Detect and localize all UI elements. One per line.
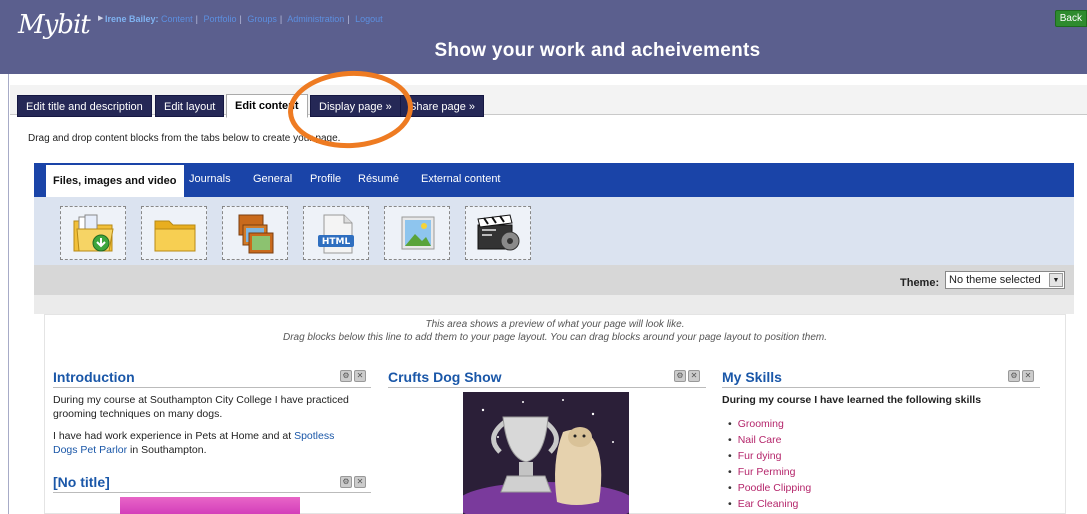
nav-content-link[interactable]: Content xyxy=(161,14,193,24)
list-item[interactable]: Nail Care xyxy=(728,432,811,448)
dog-show-photo xyxy=(463,392,629,514)
config-icon[interactable]: ⚙ xyxy=(674,370,686,382)
instructions-text: Drag and drop content blocks from the ta… xyxy=(28,133,341,144)
divider xyxy=(8,74,9,514)
block-title-no-title[interactable]: [No title] xyxy=(53,474,110,490)
block-controls: ⚙ ✕ xyxy=(340,475,368,488)
category-external-content[interactable]: External content xyxy=(421,173,501,185)
close-icon[interactable]: ✕ xyxy=(1022,370,1034,382)
block-controls: ⚙ ✕ xyxy=(340,369,368,382)
block-image xyxy=(120,497,300,514)
divider xyxy=(53,492,371,493)
svg-text:HTML: HTML xyxy=(322,237,351,247)
divider xyxy=(722,387,1040,388)
divider xyxy=(388,387,706,388)
image-icon[interactable] xyxy=(384,206,450,260)
config-icon[interactable]: ⚙ xyxy=(340,476,352,488)
block-controls: ⚙ ✕ xyxy=(1008,369,1036,382)
nav-administration-link[interactable]: Administration xyxy=(287,14,344,24)
theme-select-value: No theme selected xyxy=(949,274,1041,286)
category-journals[interactable]: Journals xyxy=(189,173,231,185)
page-title: Show your work and acheivements xyxy=(434,40,761,61)
close-icon[interactable]: ✕ xyxy=(354,476,366,488)
preview-note-line1: This area shows a preview of what your p… xyxy=(425,319,685,330)
tab-edit-layout[interactable]: Edit layout xyxy=(155,95,225,117)
site-logo[interactable]: Mybit xyxy=(18,10,91,40)
list-item[interactable]: Fur Perming xyxy=(728,464,811,480)
block-title-my-skills[interactable]: My Skills xyxy=(722,369,782,385)
list-item[interactable]: Poodle Clipping xyxy=(728,480,812,496)
video-clapper-icon[interactable] xyxy=(465,206,531,260)
nav-logout-link[interactable]: Logout xyxy=(355,14,383,24)
skills-intro: During my course I have learned the foll… xyxy=(722,394,982,406)
triangle-down-icon[interactable]: ▼ xyxy=(1049,273,1063,287)
config-icon[interactable]: ⚙ xyxy=(340,370,352,382)
list-item[interactable]: Fur dying xyxy=(728,448,811,464)
category-resume[interactable]: Résumé xyxy=(358,173,399,185)
category-general[interactable]: General xyxy=(253,173,292,185)
theme-label: Theme: xyxy=(900,277,940,289)
back-button[interactable]: Back xyxy=(1054,10,1087,27)
nav-groups-link[interactable]: Groups xyxy=(247,14,277,24)
close-icon[interactable]: ✕ xyxy=(354,370,366,382)
folder-icon[interactable] xyxy=(141,206,207,260)
category-files-images-video[interactable]: Files, images and video xyxy=(46,163,184,197)
tab-edit-title-description[interactable]: Edit title and description xyxy=(17,95,152,117)
header-bar xyxy=(0,0,1087,74)
preview-note-line2: Drag blocks below this line to add them … xyxy=(282,332,828,343)
block-title-introduction[interactable]: Introduction xyxy=(53,369,135,385)
config-icon[interactable]: ⚙ xyxy=(1008,370,1020,382)
block-controls: ⚙ ✕ xyxy=(674,369,702,382)
divider xyxy=(53,387,371,388)
list-item[interactable]: Grooming xyxy=(728,416,811,432)
introduction-paragraph-2: I have had work experience in Pets at Ho… xyxy=(53,430,335,456)
triangle-right-icon: ▶ xyxy=(98,15,104,22)
divider xyxy=(34,295,1074,314)
block-title-crufts[interactable]: Crufts Dog Show xyxy=(388,369,502,385)
list-item[interactable]: Ear Cleaning xyxy=(728,496,811,512)
theme-select[interactable]: No theme selected ▼ xyxy=(945,271,1065,289)
introduction-paragraph-1: During my course at Southampton City Col… xyxy=(53,394,349,420)
image-gallery-icon[interactable] xyxy=(222,206,288,260)
top-navigation: Irene Bailey: Content | Portfolio | Groups… xyxy=(105,14,383,24)
category-profile[interactable]: Profile xyxy=(310,173,341,185)
file-download-folder-icon[interactable] xyxy=(60,206,126,260)
user-name-link[interactable]: Irene Bailey xyxy=(105,14,156,24)
skills-list: Grooming Nail Care Fur dying Fur Perming… xyxy=(728,416,812,512)
close-icon[interactable]: ✕ xyxy=(688,370,700,382)
html-file-icon[interactable]: HTML xyxy=(303,206,369,260)
nav-portfolio-link[interactable]: Portfolio xyxy=(203,14,236,24)
